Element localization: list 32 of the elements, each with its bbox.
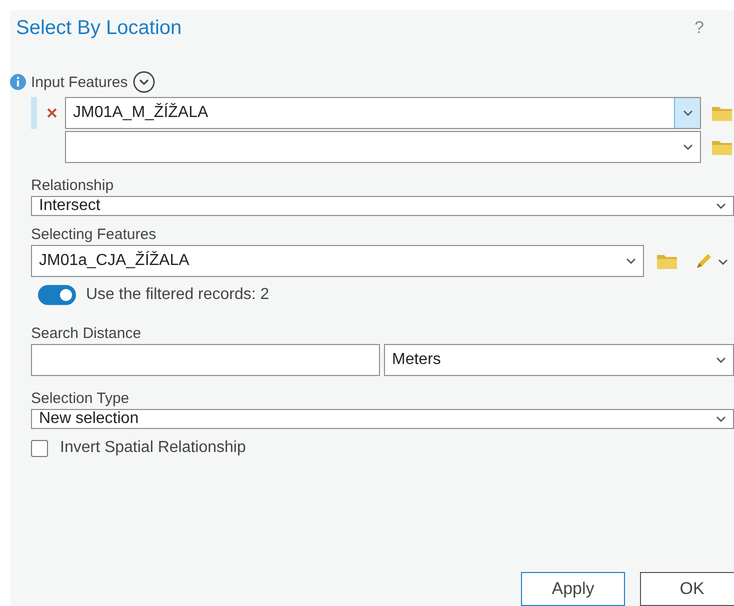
field-label: Selection Type: [31, 390, 130, 407]
input-dropdown[interactable]: [65, 131, 701, 163]
apply-button[interactable]: Apply: [521, 572, 625, 606]
chevron-down-icon: [716, 357, 726, 363]
remove-icon[interactable]: [47, 108, 57, 118]
pencil-icon[interactable]: [694, 251, 714, 271]
folder-icon[interactable]: [711, 104, 733, 122]
input-dropdown[interactable]: JM01A_M_ŽÍŽALA: [65, 97, 701, 129]
chevron-down-icon: [716, 416, 726, 422]
folder-icon[interactable]: [656, 252, 678, 270]
relationship-dropdown[interactable]: Intersect: [31, 196, 734, 216]
ok-button[interactable]: OK: [640, 572, 734, 606]
window-title: Select By Location: [16, 16, 183, 40]
field-label: Input Features: [31, 74, 128, 90]
chevron-down-icon: [682, 144, 692, 150]
field-label: Relationship: [31, 177, 115, 194]
checkbox[interactable]: [31, 440, 48, 456]
folder-icon[interactable]: [711, 138, 733, 156]
toggle-label: Use the filtered records: 2: [86, 286, 270, 304]
chevron-down-icon: [718, 259, 728, 265]
chevron-down-icon: [626, 258, 636, 264]
checkbox-label: Invert Spatial Relationship: [60, 439, 246, 457]
unit-dropdown[interactable]: Meters: [384, 344, 734, 376]
field-label: Search Distance: [31, 325, 142, 342]
expand-icon[interactable]: [132, 71, 155, 93]
toggle-switch[interactable]: [38, 285, 76, 305]
distance-input[interactable]: [31, 344, 380, 376]
field-label: Selecting Features: [31, 226, 158, 243]
selection-type-dropdown[interactable]: New selection: [31, 409, 734, 429]
selecting-features-dropdown[interactable]: JM01a_CJA_ŽÍŽALA: [31, 245, 644, 277]
chevron-down-icon: [716, 203, 726, 209]
chevron-down-icon: [682, 110, 692, 116]
